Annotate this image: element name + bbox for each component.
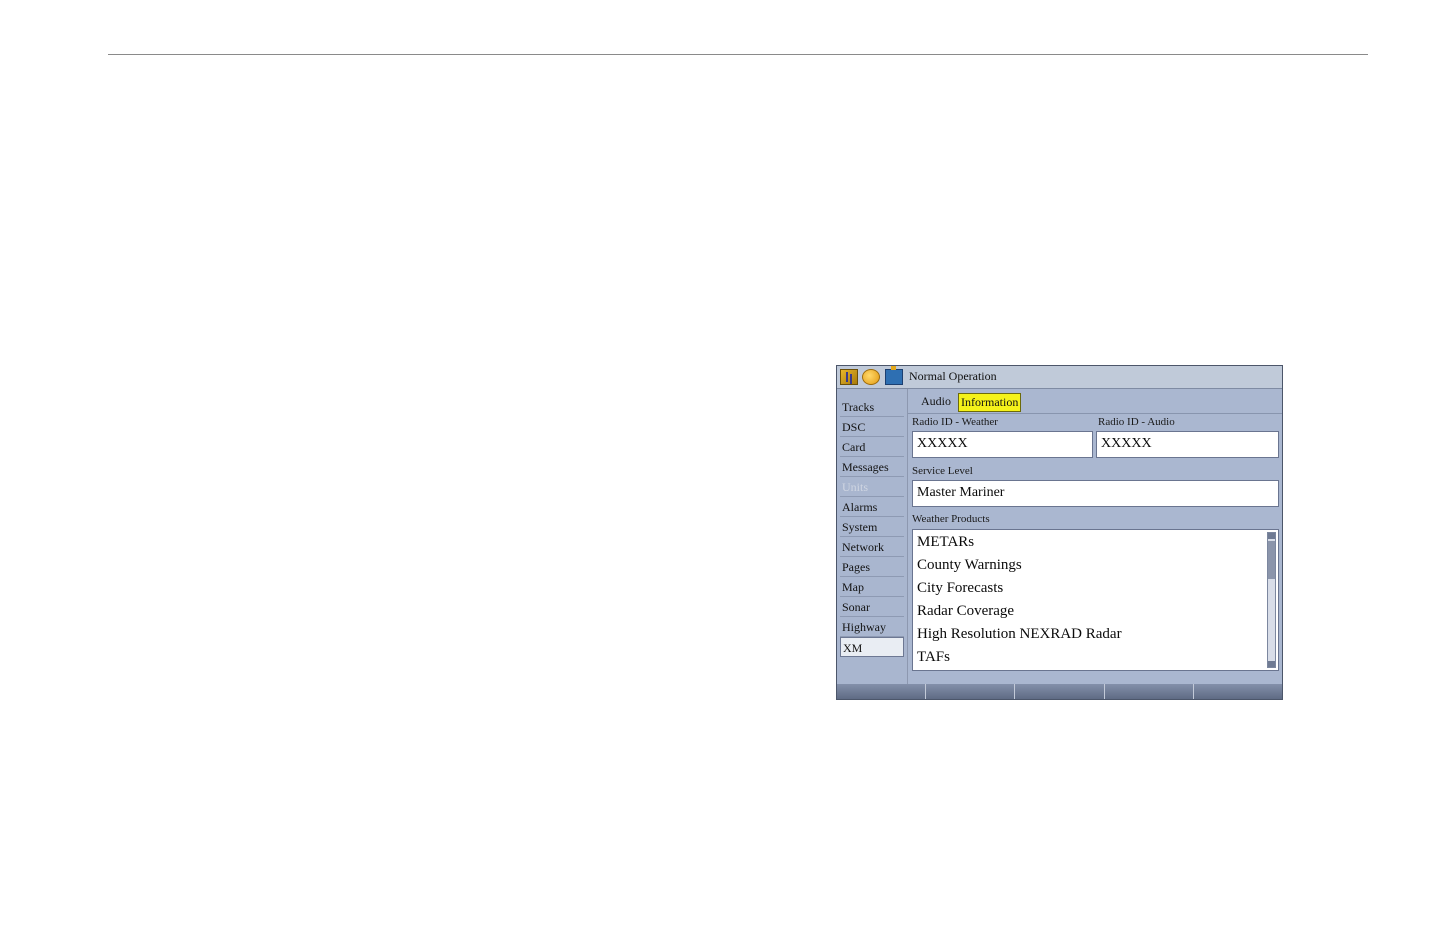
softkey-1[interactable] [837,684,927,699]
sidebar-item-units: Units [840,477,904,497]
tab-audio[interactable]: Audio [921,393,951,410]
status-icons [840,366,906,386]
weather-products-list[interactable]: METARs County Warnings City Forecasts Ra… [912,529,1279,671]
softkey-row [837,684,1282,699]
list-item[interactable]: METARs [913,531,1263,554]
weather-products-label: Weather Products [912,513,990,525]
sidebar-item-tracks[interactable]: Tracks [840,397,904,417]
battery-icon [885,366,903,385]
sidebar-item-card[interactable]: Card [840,437,904,457]
chartplotter-screen: Normal Operation Tracks DSC Card Message… [836,365,1283,700]
scroll-down-arrow-icon[interactable] [1268,661,1275,667]
xm-information-panel: Audio Information Radio ID - Weather XXX… [907,389,1282,684]
radio-id-weather-label: Radio ID - Weather [912,416,998,428]
softkey-4[interactable] [1104,684,1194,699]
screen-title: Normal Operation [909,369,997,383]
list-scrollbar[interactable] [1267,532,1276,668]
radio-id-weather-field: XXXXX [912,431,1093,458]
scroll-thumb[interactable] [1268,541,1275,579]
sidebar-item-sonar[interactable]: Sonar [840,597,904,617]
gps-signal-icon [840,369,858,385]
list-item[interactable]: City Forecasts [913,577,1263,600]
tab-divider [908,413,1282,414]
sidebar-menu: Tracks DSC Card Messages Units Alarms Sy… [837,397,907,657]
title-bar: Normal Operation [837,366,1282,389]
list-item[interactable]: TAFs [913,646,1263,669]
sidebar-item-dsc[interactable]: DSC [840,417,904,437]
sidebar-item-alarms[interactable]: Alarms [840,497,904,517]
radio-id-audio-field: XXXXX [1096,431,1279,458]
softkey-3[interactable] [1015,684,1105,699]
sidebar-item-system[interactable]: System [840,517,904,537]
service-level-field: Master Mariner [912,480,1279,507]
softkey-2[interactable] [926,684,1016,699]
sidebar-item-xm[interactable]: XM [840,637,904,657]
radio-id-audio-label: Radio ID - Audio [1098,416,1175,428]
service-level-label: Service Level [912,465,973,477]
sidebar-item-network[interactable]: Network [840,537,904,557]
list-item[interactable]: County Warnings [913,554,1263,577]
scroll-up-arrow-icon[interactable] [1268,533,1275,539]
list-item[interactable]: Radar Coverage [913,600,1263,623]
page-top-rule [108,54,1368,55]
softkey-5[interactable] [1193,684,1282,699]
sun-icon [862,369,880,385]
tab-information[interactable]: Information [958,393,1022,412]
sidebar-item-messages[interactable]: Messages [840,457,904,477]
sidebar-item-map[interactable]: Map [840,577,904,597]
sidebar-item-pages[interactable]: Pages [840,557,904,577]
list-item[interactable]: High Resolution NEXRAD Radar [913,623,1263,646]
sidebar-item-highway[interactable]: Highway [840,617,904,637]
